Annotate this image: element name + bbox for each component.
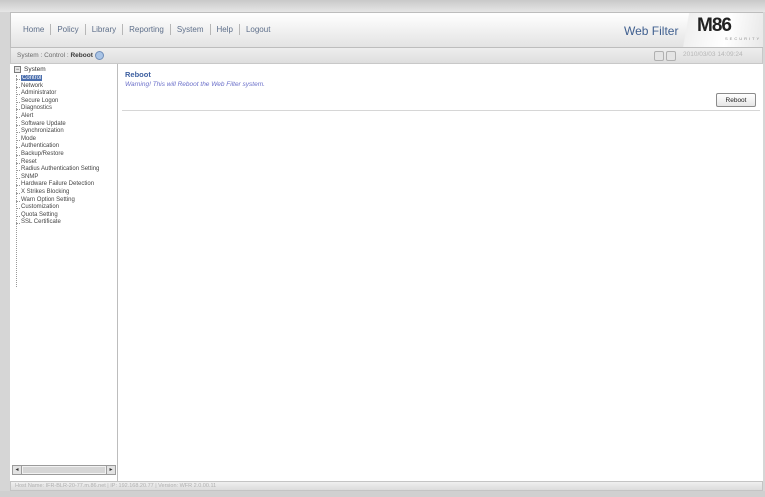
sidebar-item-label: Backup/Restore: [21, 150, 64, 157]
scroll-right-icon[interactable]: ▸: [106, 466, 115, 474]
sidebar-item-label: Authentication: [21, 143, 60, 150]
menu-system[interactable]: System: [171, 24, 211, 35]
sidebar-item-label: Reset: [21, 158, 37, 165]
tree-items: Control Network Administrator Secure Log…: [15, 75, 118, 227]
print-icon[interactable]: [666, 51, 676, 61]
sidebar-item-warn-option[interactable]: Warn Option Setting: [15, 197, 118, 205]
sidebar-horizontal-scrollbar[interactable]: ◂ ▸: [12, 465, 116, 475]
breadcrumb-bar: System : Control : Reboot 2010/03/03 14:…: [10, 48, 763, 64]
sidebar-item-reset[interactable]: Reset: [15, 159, 118, 167]
collapse-icon[interactable]: −: [14, 66, 21, 73]
sidebar-item-secure-logon[interactable]: Secure Logon: [15, 98, 118, 106]
reboot-button[interactable]: Reboot: [716, 93, 756, 107]
sidebar-item-label: Customization: [21, 204, 60, 211]
sidebar-item-label: SNMP: [21, 173, 39, 180]
help-icon[interactable]: [94, 51, 104, 60]
main-content: Reboot Warning! This will Reboot the Web…: [118, 64, 763, 481]
sidebar-item-label: SSL Certificate: [21, 219, 61, 226]
sidebar-item-network[interactable]: Network: [15, 83, 118, 91]
menu-help[interactable]: Help: [211, 24, 240, 35]
sidebar-item-control[interactable]: Control: [15, 75, 118, 83]
sidebar-item-backup-restore[interactable]: Backup/Restore: [15, 151, 118, 159]
sidebar-item-ssl-certificate[interactable]: SSL Certificate: [15, 219, 118, 227]
sidebar-item-customization[interactable]: Customization: [15, 204, 118, 212]
sidebar-item-label: Radius Authentication Setting: [21, 166, 100, 173]
sidebar-item-alert[interactable]: Alert: [15, 113, 118, 121]
sidebar-item-snmp[interactable]: SNMP: [15, 174, 118, 182]
panel-title: Reboot: [125, 70, 151, 79]
sidebar-tree: − System Control Network Administrator S…: [10, 64, 118, 481]
sidebar-item-label: Network: [21, 82, 44, 89]
sidebar-item-radius-authentication[interactable]: Radius Authentication Setting: [15, 166, 118, 174]
menu-policy[interactable]: Policy: [51, 24, 86, 35]
refresh-icon[interactable]: [654, 51, 664, 61]
sidebar-item-label: Secure Logon: [21, 97, 59, 104]
main-menu: Home Policy Library Reporting System Hel…: [17, 24, 276, 35]
logo-subtext: SECURITY: [725, 36, 762, 41]
menu-logout[interactable]: Logout: [240, 24, 276, 35]
menu-home[interactable]: Home: [17, 24, 52, 35]
sidebar-item-label: X Strikes Blocking: [21, 188, 70, 195]
sidebar-item-software-update[interactable]: Software Update: [15, 121, 118, 129]
breadcrumb: System : Control : Reboot: [17, 51, 104, 60]
window-frame-bottom: [0, 491, 765, 497]
top-navigation-bar: Home Policy Library Reporting System Hel…: [10, 12, 763, 48]
sidebar-item-hardware-failure[interactable]: Hardware Failure Detection: [15, 181, 118, 189]
menu-library[interactable]: Library: [86, 24, 124, 35]
logo-text: M86: [697, 15, 732, 36]
sidebar-item-label: Diagnostics: [21, 105, 53, 112]
sidebar-item-authentication[interactable]: Authentication: [15, 143, 118, 151]
tree-root-system[interactable]: − System: [14, 66, 46, 73]
breadcrumb-path: System : Control :: [17, 52, 71, 60]
sidebar-item-label: Synchronization: [21, 128, 64, 135]
sidebar-item-label: Administrator: [21, 90, 57, 97]
sidebar-item-synchronization[interactable]: Synchronization: [15, 128, 118, 136]
menu-reporting[interactable]: Reporting: [123, 24, 171, 35]
datetime: 2010/03/03 14:09:24: [683, 51, 743, 58]
sidebar-item-label: Quota Setting: [21, 211, 58, 218]
sidebar-item-label: Control: [21, 75, 43, 81]
sidebar-item-label: Software Update: [21, 120, 66, 127]
brand-logo: M86 SECURITY: [671, 13, 763, 47]
sidebar-item-administrator[interactable]: Administrator: [15, 90, 118, 98]
sidebar-item-diagnostics[interactable]: Diagnostics: [15, 105, 118, 113]
breadcrumb-current: Reboot: [70, 52, 93, 60]
reboot-panel: Reboot Warning! This will Reboot the Web…: [122, 68, 760, 111]
sidebar-item-label: Warn Option Setting: [21, 196, 75, 203]
sidebar-item-label: Alert: [21, 112, 34, 119]
sidebar-item-label: Hardware Failure Detection: [21, 181, 95, 188]
sidebar-item-mode[interactable]: Mode: [15, 136, 118, 144]
window-frame-top: [0, 0, 765, 12]
sidebar-item-x-strikes[interactable]: X Strikes Blocking: [15, 189, 118, 197]
scrollbar-track[interactable]: [23, 467, 105, 473]
status-bar: Host Name: IFR-BLR-20-77.m.86.net | IP: …: [10, 481, 763, 491]
sidebar-item-label: Mode: [21, 135, 37, 142]
window-frame-left: [0, 12, 10, 491]
reboot-warning: Warning! This will Reboot the Web Filter…: [125, 81, 265, 88]
tree-root-label: System: [24, 66, 46, 73]
sidebar-item-quota-setting[interactable]: Quota Setting: [15, 212, 118, 220]
scroll-left-icon[interactable]: ◂: [13, 466, 22, 474]
